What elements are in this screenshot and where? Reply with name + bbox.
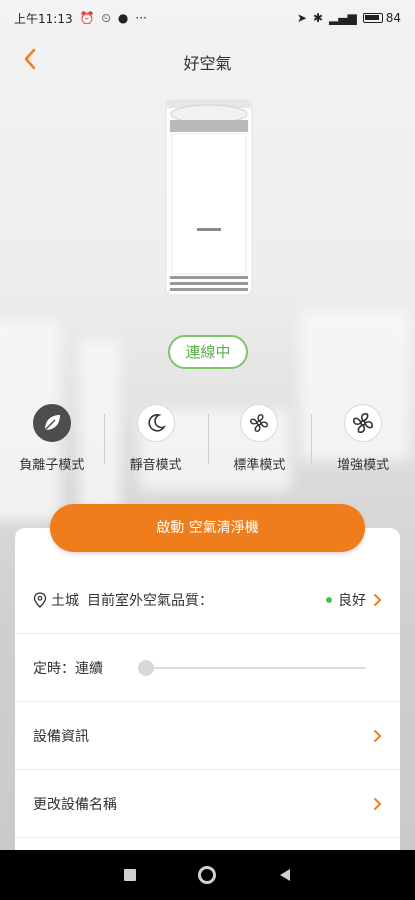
battery-icon: [362, 13, 383, 23]
status-bar: 上午11:13 ⏰ ⏲ ● ··· ➤ ✱ ▂▄▆ 84: [0, 0, 415, 36]
facebook-icon: ●: [117, 11, 129, 25]
air-quality-status-dot: [326, 596, 332, 603]
timer-label: 定時：連續: [33, 660, 103, 677]
device-info-row[interactable]: 設備資訊: [15, 702, 400, 770]
system-navigation-bar: [0, 850, 415, 900]
mode-silent[interactable]: 靜音模式: [103, 404, 208, 484]
status-time: 上午11:13: [14, 11, 73, 26]
leaf-icon: [32, 404, 71, 442]
page-title: 好空氣: [183, 54, 232, 73]
connection-status-badge: 連線中: [168, 335, 248, 369]
fan-icon: [240, 404, 279, 442]
timer-slider[interactable]: [138, 660, 366, 676]
fan-strong-icon: [344, 404, 383, 442]
mode-label: 靜音模式: [129, 458, 182, 473]
start-purifier-button[interactable]: 啟動 空氣清淨機: [50, 504, 365, 552]
slider-handle[interactable]: [138, 660, 154, 676]
location-name: 土城: [51, 592, 79, 609]
mode-label: 標準模式: [233, 458, 286, 473]
chevron-right-icon: [374, 729, 381, 742]
settings-card: 土城 目前室外空氣品質： 良好 定時：連續 設備資訊 更改設備名稱: [15, 528, 400, 850]
mode-standard[interactable]: 標準模式: [207, 404, 312, 484]
battery-indicator: 84: [362, 11, 401, 25]
chevron-right-icon: [374, 797, 381, 810]
moon-icon: [136, 404, 175, 442]
mode-boost[interactable]: 增強模式: [311, 404, 415, 484]
battery-level: 84: [385, 11, 401, 25]
back-triangle-icon[interactable]: [278, 868, 292, 882]
more-dots-icon: ···: [135, 11, 147, 25]
location-arrow-icon: ➤: [296, 11, 307, 25]
rename-device-row[interactable]: 更改設備名稱: [15, 770, 400, 838]
location-pin-icon: [33, 591, 47, 608]
air-quality-label: 目前室外空氣品質：: [87, 592, 213, 609]
recent-apps-icon[interactable]: [123, 869, 136, 881]
bluetooth-icon: ✱: [312, 11, 324, 25]
timer-row: 定時：連續: [15, 634, 400, 702]
home-icon[interactable]: [197, 866, 216, 884]
mode-anion[interactable]: 負離子模式: [0, 404, 104, 484]
mode-label: 增強模式: [337, 458, 390, 473]
air-purifier-image: [164, 98, 254, 303]
alarm-icon: ⏰: [79, 11, 95, 25]
alarm-clock-icon: ⏲: [101, 10, 111, 25]
rename-device-label: 更改設備名稱: [33, 796, 117, 813]
air-quality-row[interactable]: 土城 目前室外空氣品質： 良好: [15, 566, 400, 634]
signal-icon: ▂▄▆: [329, 11, 357, 25]
air-quality-value: 良好: [338, 592, 366, 609]
mode-selector: 負離子模式 靜音模式 標準模式 增強模式: [0, 404, 415, 484]
app-header: 好空氣: [0, 40, 415, 80]
chevron-right-icon: [374, 593, 381, 606]
device-info-label: 設備資訊: [33, 728, 89, 745]
mode-label: 負離子模式: [19, 458, 85, 473]
